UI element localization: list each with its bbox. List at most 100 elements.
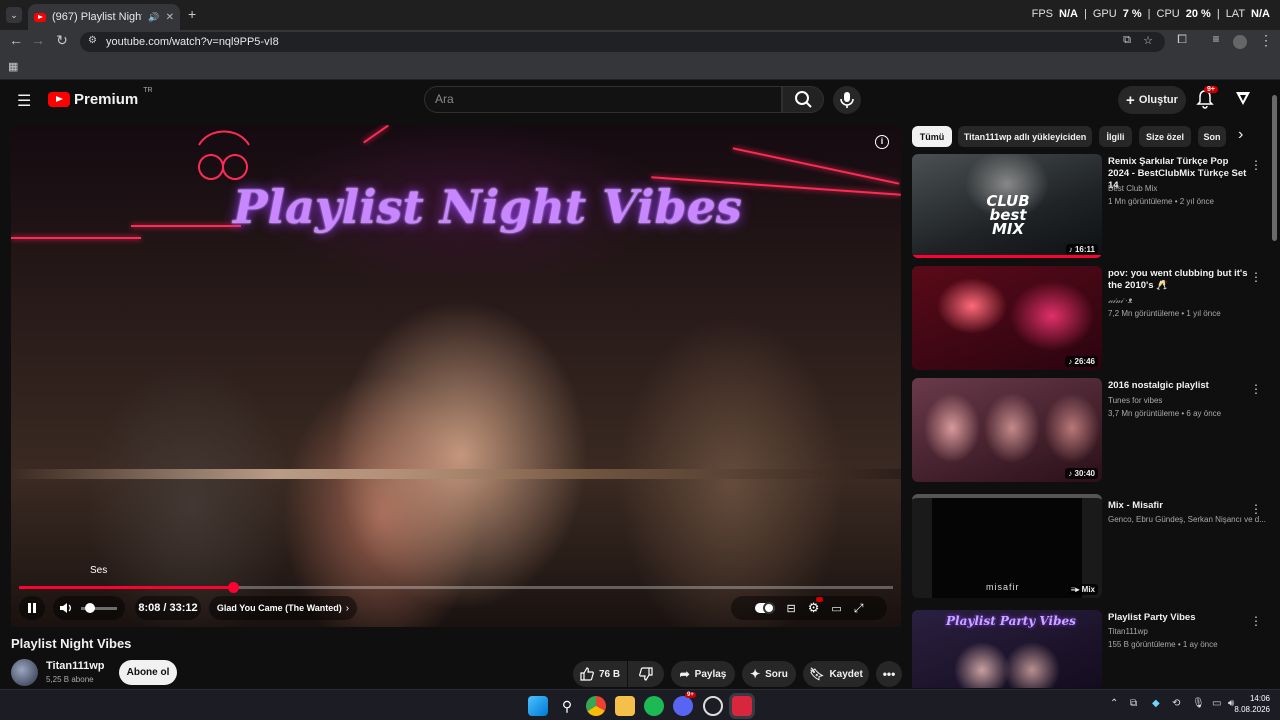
volume-slider[interactable] [81,602,117,613]
active-app-icon[interactable] [732,696,752,716]
channel-name[interactable]: Titan111wp [46,660,105,672]
video-player[interactable]: Playlist Night Vibes i Ses 8:08 / 33:12 … [11,125,901,627]
more-vertical-icon[interactable]: ⋮ [1250,502,1262,516]
lat-label: LAT [1225,8,1246,20]
fps-label: FPS [1031,8,1054,20]
rec-channel: Tunes for vibes [1108,396,1163,405]
account-logo-icon [1236,92,1250,105]
tray-chevron-up-icon[interactable]: ⌃ [1110,698,1118,709]
recommendation-card[interactable]: CLUB best MIX ♪ 16:11 Remix Şarkılar Tür… [912,154,1270,258]
more-horizontal-icon: ••• [882,667,896,681]
bookmark-star-icon[interactable]: ☆ [1143,34,1153,47]
channel-avatar[interactable] [11,659,38,686]
profile-avatar[interactable] [1233,35,1247,49]
install-app-icon[interactable]: ⧉ [1123,34,1131,47]
progress-scrubber[interactable] [228,582,240,593]
video-thumbnail: ♪ 30:40 [912,378,1102,482]
back-arrow-icon[interactable]: ← [6,32,26,48]
url-field[interactable]: ⚙ youtube.com/watch?v=nql9PP5-vI8 ⧉ ☆ [80,32,1165,52]
browser-menu-icon[interactable]: ⋮ [1256,32,1276,49]
video-overlay-title: Playlist Night Vibes [233,180,742,234]
video-thumbnail: misafir ≡▸ Mix [912,494,1102,598]
rec-meta: 7,2 Mn görüntüleme • 1 yıl önce [1108,309,1221,318]
reload-icon[interactable]: ↻ [52,32,72,49]
tray-display-icon[interactable]: ▭ [1212,698,1221,709]
search-button[interactable] [782,86,824,113]
info-icon[interactable]: i [875,135,889,149]
account-avatar[interactable] [1234,89,1252,112]
recommendation-card[interactable]: Playlist Party Vibes Playlist Party Vibe… [912,610,1270,688]
more-vertical-icon[interactable]: ⋮ [1250,614,1262,628]
file-explorer-icon[interactable] [615,696,635,716]
tray-app-icon[interactable]: ◆ [1152,698,1160,709]
taskbar-clock[interactable]: 14:06 8.08.2026 [1234,693,1270,715]
settings-gear-icon[interactable]: ⚙ [808,597,823,616]
chip-from-uploader[interactable]: Titan111wp adlı yükleyiciden [958,126,1092,147]
recommendation-card[interactable]: ♪ 26:46 pov: you went clubbing but it's … [912,266,1270,370]
tray-sync-icon[interactable]: ⟲ [1172,698,1180,709]
plus-icon: + [1126,91,1135,109]
more-vertical-icon[interactable]: ⋮ [1250,382,1262,396]
volume-control[interactable] [53,596,125,620]
steelseries-icon[interactable] [703,696,723,716]
search-taskbar-icon[interactable]: ⚲ [557,696,577,716]
save-button[interactable]: 🔖︎ Kaydet [803,661,869,687]
start-windows-icon[interactable] [528,696,548,716]
subscribe-button[interactable]: Abone ol [119,660,177,685]
subtitles-icon[interactable]: ⊟ [787,602,796,615]
create-button[interactable]: + Oluştur [1118,86,1186,114]
pause-button[interactable] [19,596,45,620]
discord-icon[interactable]: 9+ [673,692,696,716]
thumbnail-overlay-text: CLUB best MIX [986,192,1030,238]
more-vertical-icon[interactable]: ⋮ [1250,270,1262,284]
mix-badge: ≡▸ Mix [1067,584,1098,595]
cpu-value: 20 % [1185,8,1211,20]
page-scrollbar[interactable] [1272,95,1277,241]
chip-for-you[interactable]: Size özel [1139,126,1191,147]
notifications-button[interactable]: 9+ [1196,86,1218,114]
volume-slider-knob[interactable] [85,602,95,613]
autoplay-toggle[interactable] [754,602,775,614]
browser-tab[interactable]: (967) Playlist Night Vibes - Y 🔊 ✕ [28,4,180,30]
chrome-icon[interactable] [586,696,606,716]
cpu-label: CPU [1156,8,1180,20]
media-control-icon[interactable]: ≡ [1206,32,1226,46]
ask-button[interactable]: ✦ Soru [742,661,796,687]
share-button[interactable]: ➦ Paylaş [671,661,735,687]
dislike-button[interactable] [628,661,664,687]
more-actions-button[interactable]: ••• [876,661,902,687]
fullscreen-icon[interactable]: ⤢ [854,601,864,616]
search-input[interactable]: Ara [424,86,782,113]
chip-recent[interactable]: Son [1198,126,1226,147]
chip-all[interactable]: Tümü [912,126,952,147]
youtube-premium-logo[interactable]: Premium TR [48,87,153,108]
microphone-icon [840,92,854,108]
voice-search-button[interactable] [833,86,861,114]
miniplayer-icon[interactable]: ▭ [831,602,841,615]
chips-next-arrow-icon[interactable]: › [1238,126,1243,144]
new-tab-button[interactable]: + [188,6,196,22]
more-vertical-icon[interactable]: ⋮ [1250,158,1262,172]
chip-related[interactable]: İlgili [1099,126,1132,147]
recommendation-card[interactable]: ♪ 30:40 2016 nostalgic playlist Tunes fo… [912,378,1270,482]
site-info-icon[interactable]: ⚙ [88,35,97,46]
tab-list-button[interactable]: ⌄ [6,7,22,23]
forward-arrow-icon[interactable]: → [28,32,48,48]
chapter-button[interactable]: Glad You Came (The Wanted) › [209,596,357,620]
tray-volume-icon[interactable]: 🔊︎ [1228,698,1234,709]
like-button[interactable]: 76 B [573,661,627,687]
recommendation-card[interactable]: misafir ≡▸ Mix Mix - Misafir Genco, Ebru… [912,494,1270,598]
chapter-title: Glad You Came (The Wanted) [216,603,342,613]
progress-bar[interactable] [19,582,893,593]
apps-grid-icon[interactable]: ▦ [8,60,18,73]
thumbs-down-icon [639,667,653,681]
tab-close-icon[interactable]: ✕ [166,12,174,23]
extensions-icon[interactable]: ⧠ [1172,32,1192,47]
playlist-icon: ≡▸ [1070,585,1082,594]
tray-mic-icon[interactable]: 🎙︎ [1192,698,1205,709]
youtube-masthead: ☰ Premium TR Ara + Oluştur 9+ [0,81,1270,119]
hamburger-menu-icon[interactable]: ☰ [17,91,31,111]
tray-network-icon[interactable]: ⧉ [1130,698,1137,709]
spotify-icon[interactable] [644,696,664,716]
video-thumbnail: ♪ 26:46 [912,266,1102,370]
